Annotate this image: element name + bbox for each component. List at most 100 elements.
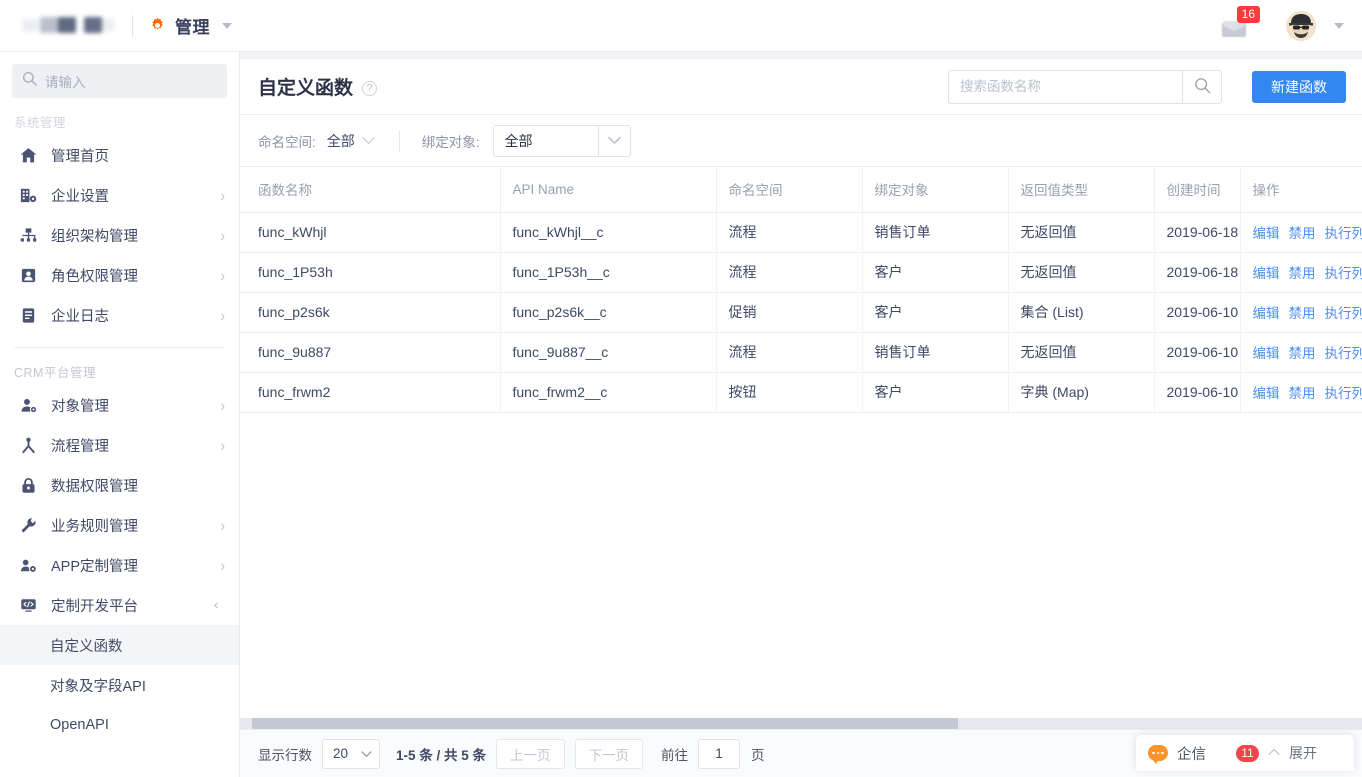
action-edit[interactable]: 编辑 <box>1253 302 1280 322</box>
topbar-right-group: 16 <box>1214 5 1362 43</box>
table-row[interactable]: func_1P53h func_1P53h__c 流程 客户 无返回值 2019… <box>240 252 1362 293</box>
sidebar-item-object-management[interactable]: 对象管理 › <box>0 385 239 425</box>
cell-bind: 销售订单 <box>862 212 1009 253</box>
sidebar-item-enterprise-settings[interactable]: 企业设置 › <box>0 175 239 215</box>
action-exec-list[interactable]: 执行列表 <box>1325 302 1362 322</box>
sidebar-label: 企业日志 <box>51 308 109 325</box>
prev-page-button[interactable]: 上一页 <box>496 738 565 769</box>
chevron-right-icon: › <box>220 395 225 415</box>
top-bar: 管理 16 <box>0 0 1362 52</box>
chevron-down-icon <box>361 746 372 761</box>
sidebar-label: 对象管理 <box>51 398 109 415</box>
action-disable[interactable]: 禁用 <box>1289 262 1316 282</box>
table-row[interactable]: func_kWhjl func_kWhjl__c 流程 销售订单 无返回值 20… <box>240 212 1362 253</box>
app-root: 管理 16 请输入 系统管理 管理首页 企业设置 › 组织架构管理 › 角色权限… <box>0 0 1362 777</box>
app-gear-icon <box>18 555 38 575</box>
table-row[interactable]: func_frwm2 func_frwm2__c 按钮 客户 字典 (Map) … <box>240 372 1362 413</box>
chevron-down-icon[interactable] <box>222 22 232 29</box>
cell-name: func_p2s6k <box>240 292 501 333</box>
chat-widget[interactable]: 企信 11 展开 <box>1136 735 1354 771</box>
action-exec-list[interactable]: 执行列表 <box>1325 342 1362 362</box>
cell-name: func_9u887 <box>240 332 501 373</box>
building-gear-icon <box>18 185 38 205</box>
help-icon[interactable]: ? <box>362 80 378 96</box>
chevron-right-icon: › <box>220 435 225 455</box>
chat-expand-label[interactable]: 展开 <box>1289 743 1317 763</box>
new-function-button[interactable]: 新建函数 <box>1252 70 1346 103</box>
sidebar-item-data-permission[interactable]: 数据权限管理 <box>0 465 239 505</box>
action-disable[interactable]: 禁用 <box>1289 382 1316 402</box>
chevron-down-icon <box>361 131 375 145</box>
next-page-button[interactable]: 下一页 <box>574 738 644 769</box>
search-input[interactable] <box>948 69 1182 104</box>
sidebar-item-org-structure[interactable]: 组织架构管理 › <box>0 215 239 255</box>
sidebar-item-enterprise-log[interactable]: 企业日志 › <box>0 295 239 335</box>
cell-name: func_1P53h <box>240 252 501 293</box>
sidebar-item-flow-management[interactable]: 流程管理 › <box>0 425 239 465</box>
bind-object-filter-label: 绑定对象: <box>421 134 480 150</box>
cell-namespace: 流程 <box>716 332 863 373</box>
object-user-icon <box>18 395 38 415</box>
page-title: 自定义函数 <box>258 78 354 99</box>
org-chart-icon <box>18 225 38 245</box>
goto-page-input[interactable] <box>698 738 741 769</box>
company-logo[interactable] <box>22 13 115 39</box>
action-exec-list[interactable]: 执行列表 <box>1325 382 1362 402</box>
sidebar-search[interactable]: 请输入 <box>12 64 227 98</box>
action-disable[interactable]: 禁用 <box>1289 342 1316 362</box>
page-unit-label: 页 <box>751 747 765 763</box>
horizontal-scrollbar-track[interactable] <box>240 718 1362 729</box>
chevron-right-icon: › <box>220 225 225 245</box>
avatar-chevron-down-icon[interactable] <box>1334 22 1344 29</box>
horizontal-scrollbar-thumb[interactable] <box>252 718 958 729</box>
chevron-down-icon[interactable] <box>597 125 630 156</box>
action-edit[interactable]: 编辑 <box>1253 342 1280 362</box>
document-icon <box>18 305 38 325</box>
action-exec-list[interactable]: 执行列表 <box>1325 222 1362 242</box>
rows-per-page-select[interactable]: 20 <box>322 738 380 769</box>
sidebar-search-placeholder: 请输入 <box>45 75 86 90</box>
namespace-filter-label: 命名空间: <box>258 134 316 150</box>
bind-object-filter-value: 全部 <box>504 132 533 149</box>
sidebar-item-home[interactable]: 管理首页 <box>0 135 239 175</box>
action-edit[interactable]: 编辑 <box>1253 382 1280 402</box>
action-exec-list[interactable]: 执行列表 <box>1325 262 1362 282</box>
cell-api: func_1P53h__c <box>500 252 717 293</box>
sidebar-subitem-custom-function[interactable]: 自定义函数 <box>0 625 239 665</box>
action-disable[interactable]: 禁用 <box>1289 222 1316 242</box>
sidebar-item-business-rule[interactable]: 业务规则管理 › <box>0 505 239 545</box>
avatar[interactable] <box>1286 10 1316 41</box>
column-header-name: 函数名称 <box>240 167 501 213</box>
cell-bind: 客户 <box>862 372 1009 413</box>
chevron-right-icon: › <box>220 555 225 575</box>
chevron-up-icon[interactable] <box>1268 748 1280 761</box>
sidebar-label: 流程管理 <box>51 438 109 455</box>
cell-name: func_kWhjl <box>240 212 501 253</box>
namespace-filter-dropdown[interactable]: 全部 <box>327 131 375 151</box>
sidebar-item-dev-platform[interactable]: 定制开发平台 ⌄ <box>0 585 239 625</box>
sidebar-item-app-customization[interactable]: APP定制管理 › <box>0 545 239 585</box>
sidebar-subitem-object-field-api[interactable]: 对象及字段API <box>0 665 239 705</box>
lock-icon <box>18 475 38 495</box>
sidebar-label: 定制开发平台 <box>51 598 138 615</box>
bind-object-filter-select[interactable]: 全部 <box>492 124 631 157</box>
functions-table: 函数名称 API Name 命名空间 绑定对象 返回值类型 创建时间 操作 fu… <box>240 167 1362 413</box>
action-edit[interactable]: 编辑 <box>1253 262 1280 282</box>
cell-bind: 客户 <box>862 292 1009 333</box>
table-row[interactable]: func_p2s6k func_p2s6k__c 促销 客户 集合 (List)… <box>240 292 1362 333</box>
cell-namespace: 按钮 <box>716 372 863 413</box>
sidebar-item-role-permission[interactable]: 角色权限管理 › <box>0 255 239 295</box>
chat-bubble-icon <box>1148 745 1168 764</box>
chevron-right-icon: › <box>220 305 225 325</box>
action-disable[interactable]: 禁用 <box>1289 302 1316 322</box>
column-header-bind: 绑定对象 <box>862 167 1009 213</box>
search-button[interactable] <box>1182 69 1222 104</box>
table-row[interactable]: func_9u887 func_9u887__c 流程 销售订单 无返回值 20… <box>240 332 1362 373</box>
action-edit[interactable]: 编辑 <box>1253 222 1280 242</box>
cell-return: 字典 (Map) <box>1008 372 1155 413</box>
sidebar-subitem-openapi[interactable]: OpenAPI <box>0 705 239 745</box>
messages-button[interactable]: 16 <box>1214 5 1260 43</box>
sidebar-label: 业务规则管理 <box>51 518 138 535</box>
rows-per-page-value: 20 <box>333 746 349 761</box>
cell-api: func_kWhjl__c <box>500 212 717 253</box>
